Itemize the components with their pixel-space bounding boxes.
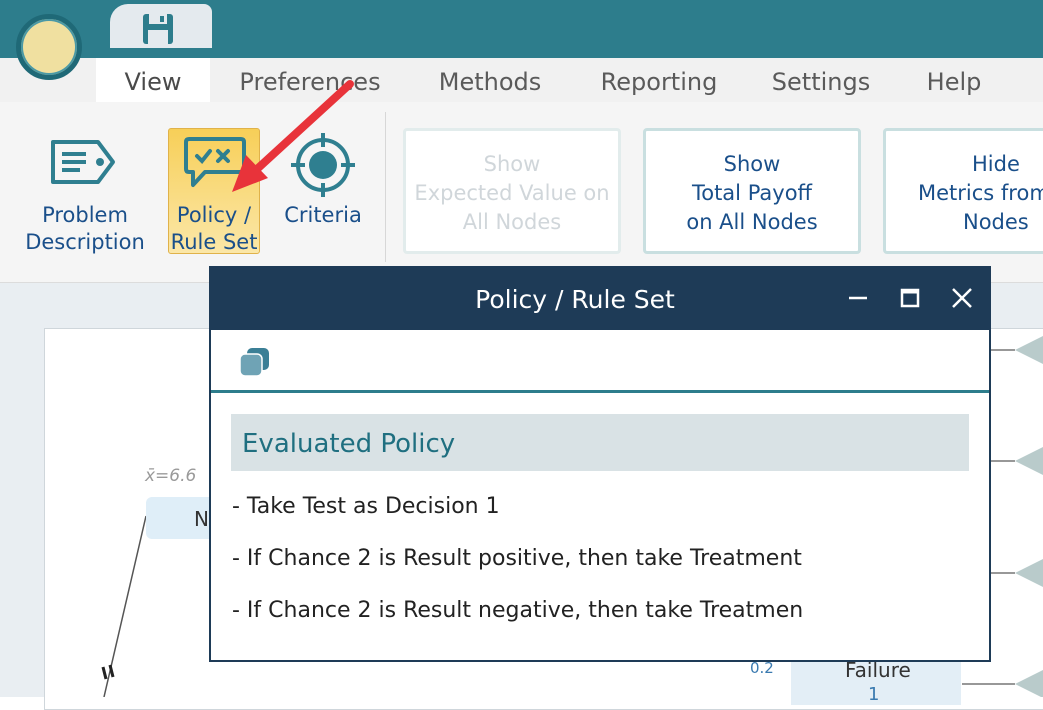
- policy-line: - If Chance 2 is Result negative, then t…: [232, 598, 802, 623]
- terminal-node-icon[interactable]: [1012, 334, 1043, 366]
- terminal-node-icon[interactable]: [1012, 557, 1043, 589]
- section-title: Evaluated Policy: [242, 429, 456, 459]
- close-icon[interactable]: [950, 286, 974, 314]
- app-menu-orb[interactable]: [16, 14, 82, 80]
- policy-line: - If Chance 2 is Result positive, then t…: [232, 546, 802, 571]
- dialog-toolbar-divider: [211, 390, 989, 393]
- failure-branch-value: 1: [868, 684, 880, 705]
- terminal-node-icon[interactable]: [1012, 668, 1043, 697]
- copy-icon[interactable]: [238, 346, 272, 382]
- policy-line: - Take Test as Decision 1: [232, 494, 500, 519]
- terminal-node-icon[interactable]: [1012, 445, 1043, 477]
- expected-value-label: x̄=6.6: [145, 466, 197, 486]
- maximize-icon[interactable]: [898, 286, 922, 314]
- minimize-icon[interactable]: [846, 286, 870, 314]
- dialog-title: Policy / Rule Set: [475, 285, 675, 314]
